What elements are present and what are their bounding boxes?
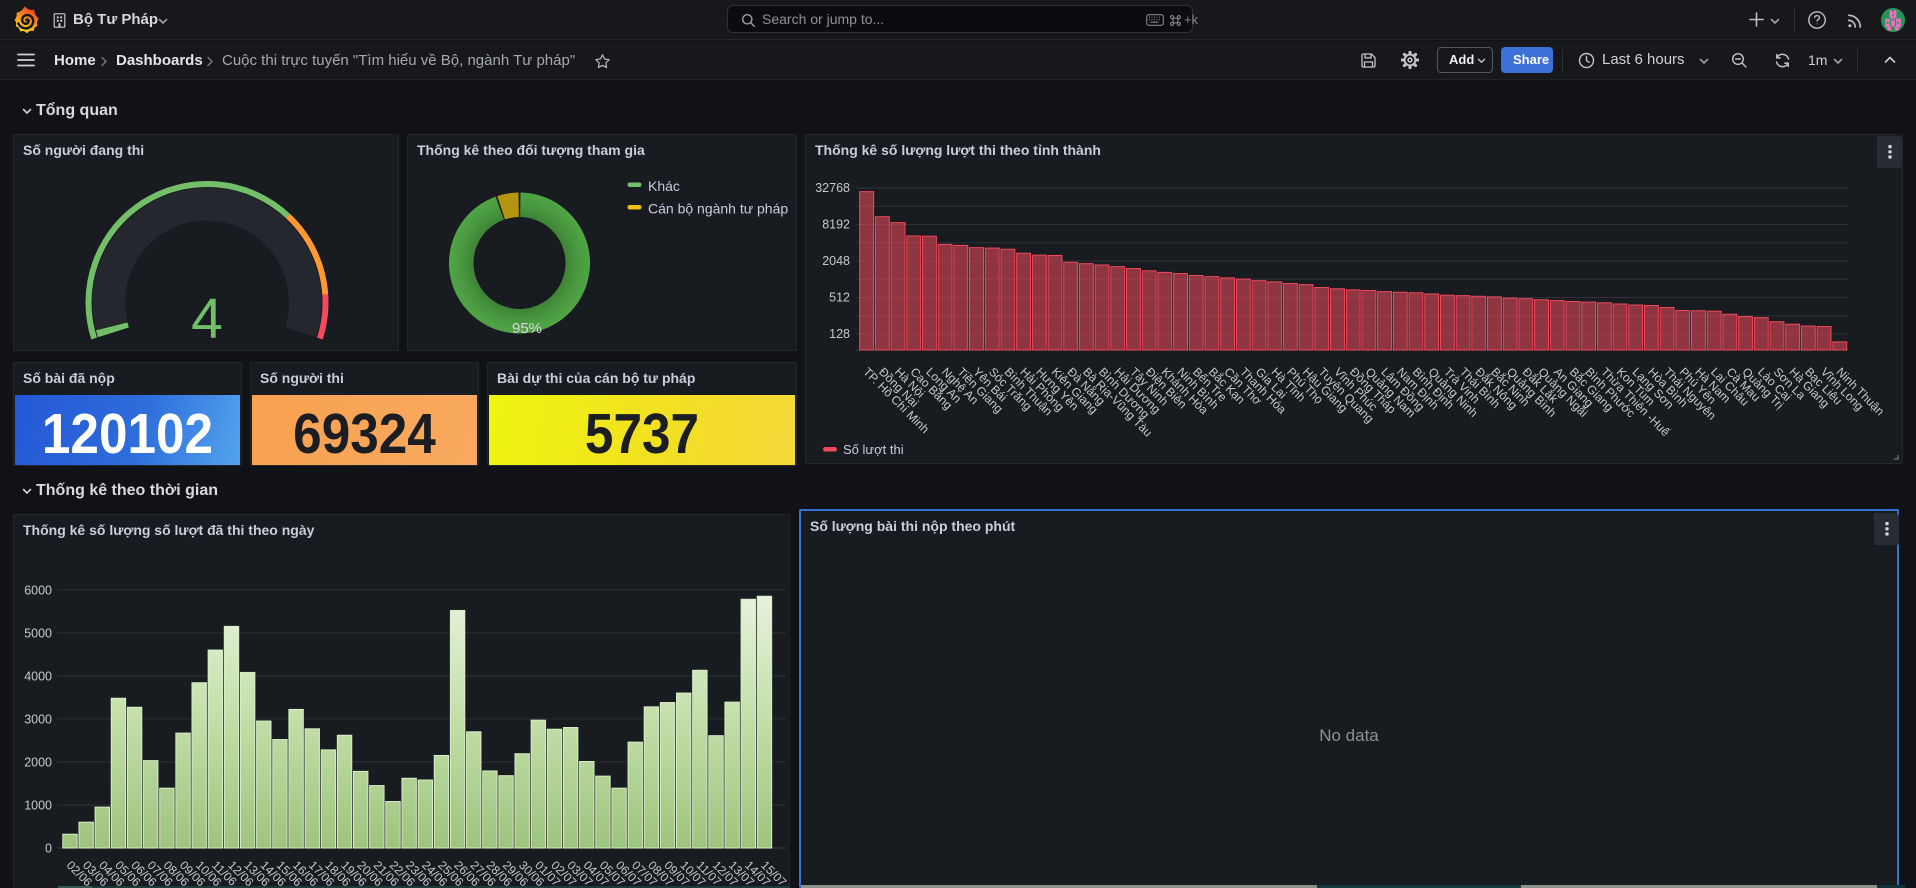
- svg-text:4000: 4000: [24, 669, 52, 683]
- svg-text:5000: 5000: [24, 626, 52, 640]
- svg-text:4: 4: [191, 287, 223, 350]
- svg-text:Cán bộ ngành tư pháp: Cán bộ ngành tư pháp: [648, 201, 788, 217]
- svg-text:2048: 2048: [822, 254, 850, 268]
- svg-text:8192: 8192: [822, 218, 850, 232]
- svg-text:2000: 2000: [24, 755, 52, 769]
- svg-text:0: 0: [45, 842, 52, 856]
- svg-text:512: 512: [829, 291, 850, 305]
- svg-text:Số lượt thi: Số lượt thi: [843, 442, 904, 457]
- svg-text:Khác: Khác: [648, 178, 680, 194]
- svg-text:6000: 6000: [24, 583, 52, 597]
- svg-text:128: 128: [829, 327, 850, 341]
- svg-text:3000: 3000: [24, 712, 52, 726]
- svg-text:32768: 32768: [815, 181, 850, 195]
- svg-text:1000: 1000: [24, 799, 52, 813]
- svg-text:95%: 95%: [512, 320, 542, 337]
